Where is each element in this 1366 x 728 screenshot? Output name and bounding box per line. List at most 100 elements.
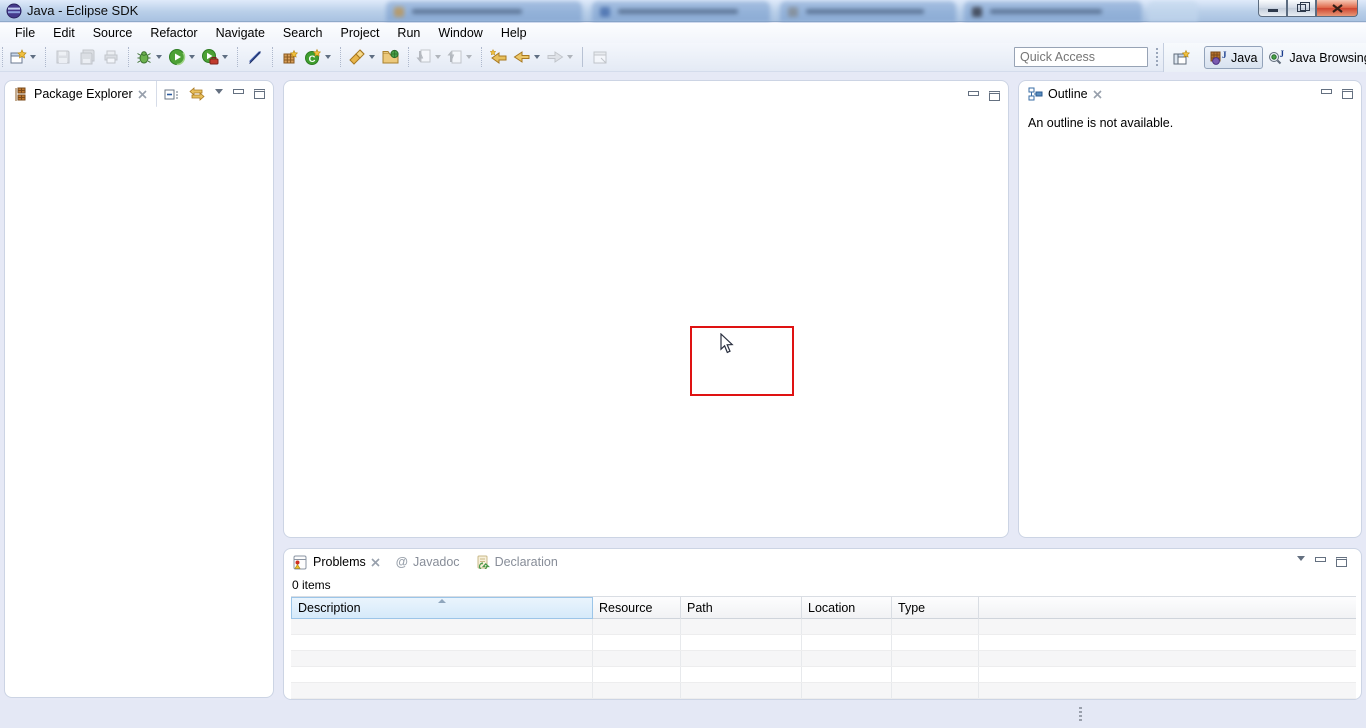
column-header-path[interactable]: Path xyxy=(681,597,802,619)
editor-window-button[interactable] xyxy=(588,45,612,69)
link-with-editor-icon[interactable] xyxy=(189,87,205,101)
menu-edit[interactable]: Edit xyxy=(44,23,84,43)
column-header-description[interactable]: Description xyxy=(291,597,593,619)
perspective-java-browsing-button[interactable]: J Java Browsing xyxy=(1263,47,1366,68)
problems-table-header: Description Resource Path Location Type xyxy=(291,597,1356,619)
tab-problems[interactable]: Problems xyxy=(284,549,387,575)
previous-annotation-button[interactable] xyxy=(445,45,476,69)
problems-view: Problems @ Javadoc Declaration 0 items xyxy=(283,548,1362,700)
problems-count: 0 items xyxy=(284,575,1361,594)
open-folder-button[interactable] xyxy=(379,45,403,69)
menu-project[interactable]: Project xyxy=(332,23,389,43)
background-browser-tab xyxy=(964,1,1142,22)
minimize-view-icon[interactable] xyxy=(1321,89,1332,94)
perspective-java-button[interactable]: J Java xyxy=(1204,46,1263,69)
eclipse-logo-icon xyxy=(6,3,22,19)
minimize-view-icon[interactable] xyxy=(233,89,244,94)
chevron-down-icon xyxy=(30,55,36,59)
column-header-resource[interactable]: Resource xyxy=(593,597,681,619)
java-perspective-icon: J xyxy=(1210,49,1227,66)
package-explorer-icon xyxy=(14,87,29,102)
new-wizard-button[interactable] xyxy=(8,45,40,69)
toolbar-separator xyxy=(481,47,482,67)
run-button[interactable] xyxy=(166,45,199,69)
new-java-class-icon: C xyxy=(304,48,322,66)
status-drag-handle[interactable] xyxy=(1079,707,1082,723)
main-toolbar: C xyxy=(0,43,1366,72)
menu-refactor[interactable]: Refactor xyxy=(141,23,206,43)
open-perspective-icon xyxy=(1173,49,1191,67)
toolbar-separator xyxy=(128,47,129,67)
column-header-filler xyxy=(979,597,1356,619)
minimize-view-icon[interactable] xyxy=(968,91,979,96)
run-external-tools-button[interactable] xyxy=(199,45,232,69)
tab-edge xyxy=(156,81,157,107)
column-header-location[interactable]: Location xyxy=(802,597,892,619)
tab-declaration[interactable]: Declaration xyxy=(467,549,565,575)
menu-source[interactable]: Source xyxy=(84,23,142,43)
chevron-down-icon xyxy=(435,55,441,59)
background-browser-tab xyxy=(1148,1,1198,22)
outline-title: Outline xyxy=(1048,87,1088,101)
new-java-class-button[interactable]: C xyxy=(302,45,335,69)
restore-icon xyxy=(1297,4,1306,12)
menu-run[interactable]: Run xyxy=(388,23,429,43)
svg-text:C: C xyxy=(309,54,316,65)
editor-area[interactable] xyxy=(283,80,1009,538)
debug-button[interactable] xyxy=(134,45,166,69)
save-button[interactable] xyxy=(51,45,75,69)
maximize-view-icon[interactable] xyxy=(254,89,265,99)
annotation-rectangle xyxy=(690,326,794,396)
view-menu-icon[interactable] xyxy=(215,89,223,94)
last-edit-location-button[interactable] xyxy=(487,45,511,69)
restore-window-button[interactable] xyxy=(1287,0,1316,17)
svg-text:J: J xyxy=(1280,49,1285,59)
pencil-slash-button[interactable] xyxy=(243,45,267,69)
quick-access-input[interactable] xyxy=(1014,47,1148,67)
menu-help[interactable]: Help xyxy=(492,23,536,43)
save-all-button[interactable] xyxy=(75,45,99,69)
maximize-view-icon[interactable] xyxy=(989,91,1000,101)
tab-package-explorer[interactable]: Package Explorer xyxy=(5,81,154,107)
forward-button[interactable] xyxy=(544,45,577,69)
search-button[interactable] xyxy=(346,45,379,69)
collapse-all-icon[interactable] xyxy=(164,87,179,102)
minimize-view-icon[interactable] xyxy=(1315,557,1326,562)
column-header-type[interactable]: Type xyxy=(892,597,979,619)
menu-search[interactable]: Search xyxy=(274,23,332,43)
save-all-icon xyxy=(79,49,96,66)
print-button[interactable] xyxy=(99,45,123,69)
tab-javadoc[interactable]: @ Javadoc xyxy=(387,549,467,575)
minimize-window-button[interactable] xyxy=(1258,0,1287,17)
svg-text:J: J xyxy=(1222,50,1227,60)
table-row xyxy=(291,619,1356,635)
title-bar[interactable]: Java - Eclipse SDK xyxy=(0,0,1366,22)
chevron-down-icon xyxy=(534,55,540,59)
toolbar-separator xyxy=(272,47,273,67)
declaration-icon xyxy=(476,555,490,569)
toolbar-separator xyxy=(45,47,46,67)
perspective-java-browsing-label: Java Browsing xyxy=(1289,51,1366,65)
save-icon xyxy=(55,49,71,65)
menu-window[interactable]: Window xyxy=(429,23,491,43)
background-browser-tabs xyxy=(386,0,1176,22)
maximize-view-icon[interactable] xyxy=(1342,89,1353,99)
close-package-explorer-button[interactable] xyxy=(138,90,147,99)
open-perspective-button[interactable] xyxy=(1170,46,1194,70)
next-annotation-button[interactable] xyxy=(414,45,445,69)
close-window-button[interactable] xyxy=(1316,0,1358,17)
maximize-view-icon[interactable] xyxy=(1336,557,1347,567)
table-row xyxy=(291,651,1356,667)
print-icon xyxy=(103,49,119,65)
new-java-project-button[interactable] xyxy=(278,45,302,69)
menu-navigate[interactable]: Navigate xyxy=(207,23,274,43)
back-button[interactable] xyxy=(511,45,544,69)
close-problems-button[interactable] xyxy=(371,558,380,567)
toolbar-drag-handle[interactable] xyxy=(1156,48,1158,66)
view-menu-icon[interactable] xyxy=(1297,556,1305,561)
tab-outline[interactable]: Outline xyxy=(1019,81,1109,107)
close-outline-button[interactable] xyxy=(1093,90,1102,99)
menu-file[interactable]: File xyxy=(6,23,44,43)
outline-header: Outline xyxy=(1019,81,1361,107)
toolbar-separator xyxy=(2,47,3,67)
